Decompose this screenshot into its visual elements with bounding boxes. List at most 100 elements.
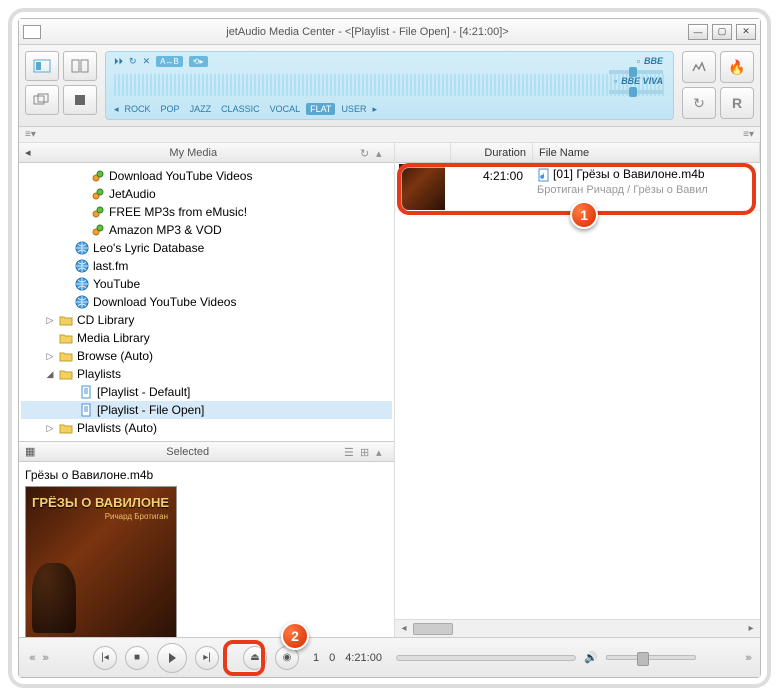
history-back-icon[interactable]: ‹‹‹ xyxy=(29,652,34,664)
bbe-slider[interactable] xyxy=(609,70,663,74)
playlist-hscroll[interactable]: ◂ ▸ xyxy=(395,619,760,637)
transport-bar: ‹‹‹ ››› |◂ ■ ▸| ⏏ ◉ 1 0 4:21:00 🔊 ››› 2 xyxy=(19,637,760,677)
maximize-button[interactable]: ▢ xyxy=(712,24,732,40)
strip-left-icon[interactable]: ≡▾ xyxy=(25,129,36,140)
record-button[interactable]: R xyxy=(720,87,754,119)
tree-item[interactable]: JetAudio xyxy=(21,185,392,203)
playlist[interactable]: 4:21:00 [01] Грёзы о Вавилоне.m4b Бротиг… xyxy=(395,163,760,619)
doc-icon xyxy=(79,385,93,399)
tree-item[interactable]: Leo's Lyric Database xyxy=(21,239,392,257)
view-mode-3-button[interactable] xyxy=(25,85,59,115)
tree-item[interactable]: Download YouTube Videos xyxy=(21,293,392,311)
volume-icon[interactable]: 🔊 xyxy=(584,651,598,664)
tree-item[interactable]: YouTube xyxy=(21,275,392,293)
eq-next-icon[interactable]: ▸ xyxy=(372,104,377,115)
play-button[interactable] xyxy=(157,643,187,673)
tree-item[interactable]: Download YouTube Videos xyxy=(21,167,392,185)
repeat-icon[interactable]: ↻ xyxy=(129,56,137,67)
tree-item-label: Amazon MP3 & VOD xyxy=(109,223,222,237)
convert-button[interactable]: ↻ xyxy=(682,87,716,119)
stop-button[interactable]: ■ xyxy=(125,646,149,670)
shuffle-icon[interactable]: ✕ xyxy=(143,56,151,67)
tree-item[interactable]: [Playlist - File Open] xyxy=(21,401,392,419)
eq-classic[interactable]: CLASSIC xyxy=(217,103,264,115)
expander-icon[interactable]: ◢ xyxy=(45,369,55,380)
tree-item-label: [Playlist - Default] xyxy=(97,385,190,399)
eq-flat[interactable]: FLAT xyxy=(306,103,335,115)
tree-item-label: Plavlists (Auto) xyxy=(77,421,157,435)
eq-vocal[interactable]: VOCAL xyxy=(266,103,305,115)
bbe-label[interactable]: BBE xyxy=(644,56,663,66)
loop-button[interactable]: ⟲▸ xyxy=(189,56,208,67)
selected-collapse-icon[interactable]: ▴ xyxy=(376,446,388,458)
tree-item[interactable]: Amazon MP3 & VOD xyxy=(21,221,392,239)
top-toolbar: ⏵⏵ ↻ ✕ A↔B ⟲▸ ▫ BBE ▫ BBE VIVA ◂ ROCK PO… xyxy=(19,45,760,127)
tree-item[interactable]: Media Library xyxy=(21,329,392,347)
selected-menu-icon[interactable]: ▦ xyxy=(25,445,35,458)
tree-item-label: Download YouTube Videos xyxy=(109,169,252,183)
globe-icon xyxy=(75,277,89,291)
col-art[interactable] xyxy=(395,143,451,162)
equalizer-button[interactable] xyxy=(682,51,716,83)
track-art xyxy=(399,164,445,210)
next-track-button[interactable]: ▸| xyxy=(195,646,219,670)
tree-item[interactable]: ◢ Playlists xyxy=(21,365,392,383)
tree-item-label: Playlists xyxy=(77,367,121,381)
bbe-viva-label[interactable]: BBE VIVA xyxy=(621,76,663,86)
folder-icon xyxy=(59,331,73,345)
prev-track-button[interactable]: |◂ xyxy=(93,646,117,670)
bbe-viva-slider[interactable] xyxy=(609,90,663,94)
expander-icon[interactable]: ▷ xyxy=(45,351,55,362)
media-tree[interactable]: Download YouTube Videos JetAudio FREE MP3s… xyxy=(19,163,394,441)
open-button[interactable]: ⏏ xyxy=(243,646,267,670)
tree-item[interactable]: ▷ Plavlists (Auto) xyxy=(21,419,392,437)
tree-item[interactable]: last.fm xyxy=(21,257,392,275)
eq-jazz[interactable]: JAZZ xyxy=(186,103,216,115)
scroll-left-icon[interactable]: ◂ xyxy=(395,623,413,634)
strip-right-icon[interactable]: ≡▾ xyxy=(743,129,754,140)
tree-item[interactable]: FREE MP3s from eMusic! xyxy=(21,203,392,221)
selected-opt1-icon[interactable]: ☰ xyxy=(344,446,356,458)
tree-item[interactable]: ▷CD Library xyxy=(21,311,392,329)
tree-item-label: [Playlist - File Open] xyxy=(97,403,204,417)
tree-item-label: JetAudio xyxy=(109,187,156,201)
scroll-thumb[interactable] xyxy=(413,623,453,635)
close-button[interactable]: ✕ xyxy=(736,24,756,40)
track-number: 1 xyxy=(313,652,319,664)
expander-icon[interactable]: ▷ xyxy=(45,423,55,434)
info-display: ⏵⏵ ↻ ✕ A↔B ⟲▸ ▫ BBE ▫ BBE VIVA ◂ ROCK PO… xyxy=(105,51,674,120)
col-duration[interactable]: Duration xyxy=(451,143,533,162)
spectrum-visualizer xyxy=(114,74,665,96)
folder-icon xyxy=(59,421,73,435)
expander-icon[interactable]: ▷ xyxy=(45,315,55,326)
system-menu-icon[interactable] xyxy=(23,25,41,39)
volume-slider[interactable] xyxy=(606,655,696,660)
collapse-icon[interactable]: ▴ xyxy=(376,147,388,159)
burn-button[interactable]: 🔥 xyxy=(720,51,754,83)
globe-icon xyxy=(75,295,89,309)
history-fwd-icon[interactable]: ››› xyxy=(42,652,47,664)
right-chev-icon[interactable]: ››› xyxy=(745,652,750,664)
link-icon xyxy=(91,223,105,237)
eq-prev-icon[interactable]: ◂ xyxy=(114,104,119,115)
minimize-button[interactable]: — xyxy=(688,24,708,40)
view-mode-2-button[interactable] xyxy=(63,51,97,81)
refresh-icon[interactable]: ↻ xyxy=(360,147,372,159)
tree-item[interactable]: [Playlist - Default] xyxy=(21,383,392,401)
col-filename[interactable]: File Name xyxy=(533,143,760,162)
eq-rock[interactable]: ROCK xyxy=(121,103,155,115)
scroll-right-icon[interactable]: ▸ xyxy=(742,623,760,634)
track-name: [01] Грёзы о Вавилоне.m4b xyxy=(553,167,705,181)
tree-item-label: FREE MP3s from eMusic! xyxy=(109,205,247,219)
seek-slider[interactable] xyxy=(396,655,576,661)
selected-opt2-icon[interactable]: ⊞ xyxy=(360,446,372,458)
playlist-header-row: Duration File Name xyxy=(395,143,760,163)
eq-preset-row: ◂ ROCK POP JAZZ CLASSIC VOCAL FLAT USER … xyxy=(114,103,665,115)
eq-pop[interactable]: POP xyxy=(157,103,184,115)
view-mode-1-button[interactable] xyxy=(25,51,59,81)
position-time: 0 xyxy=(329,652,335,664)
view-mode-4-button[interactable] xyxy=(63,85,97,115)
eq-user[interactable]: USER xyxy=(337,103,370,115)
tree-item[interactable]: ▷Browse (Auto) xyxy=(21,347,392,365)
ab-repeat-button[interactable]: A↔B xyxy=(156,56,183,67)
